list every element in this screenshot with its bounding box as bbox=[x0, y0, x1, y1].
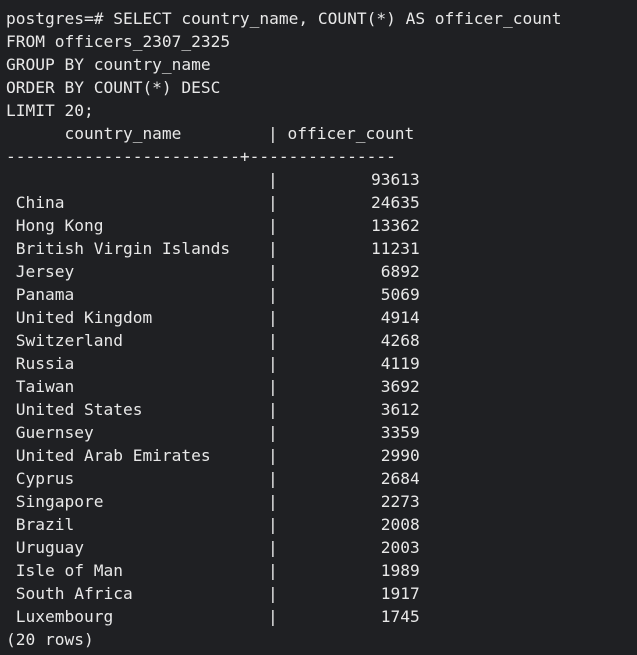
cell-officer-count: 24635 bbox=[371, 193, 420, 212]
cell-country-name: Switzerland bbox=[6, 331, 123, 350]
column-separator: | bbox=[268, 308, 278, 327]
cell-officer-count: 2990 bbox=[380, 446, 420, 465]
cell-country-name: Hong Kong bbox=[6, 216, 104, 235]
table-row: Uruguay | 2003 bbox=[6, 536, 637, 559]
column-separator: | bbox=[268, 515, 278, 534]
cell-country-name: Jersey bbox=[6, 262, 75, 281]
cell-officer-count: 3692 bbox=[380, 377, 420, 396]
table-body: | 93613 China | 24635 Hong Kong | 13362 Briti… bbox=[6, 168, 637, 628]
command-line: FROM officers_2307_2325 bbox=[6, 32, 231, 51]
cell-officer-count: 6892 bbox=[380, 262, 420, 281]
column-separator: | bbox=[268, 170, 278, 189]
table-row: Panama | 5069 bbox=[6, 283, 637, 306]
cell-country-name: British Virgin Islands bbox=[6, 239, 231, 258]
column-separator: | bbox=[268, 285, 278, 304]
column-separator: | bbox=[268, 193, 278, 212]
table-header: country_name | officer_count bbox=[6, 122, 637, 145]
cell-country-name: Brazil bbox=[6, 515, 75, 534]
column-separator: | bbox=[268, 262, 278, 281]
command-line: ORDER BY COUNT(*) DESC bbox=[6, 78, 221, 97]
column-separator: | bbox=[268, 239, 278, 258]
column-separator: | bbox=[268, 561, 278, 580]
table-row: Brazil | 2008 bbox=[6, 513, 637, 536]
table-row: Luxembourg | 1745 bbox=[6, 605, 637, 628]
cell-officer-count: 2684 bbox=[380, 469, 420, 488]
table-row: Jersey | 6892 bbox=[6, 260, 637, 283]
result-table: country_name | officer_count -----------… bbox=[6, 122, 637, 628]
table-row: British Virgin Islands | 11231 bbox=[6, 237, 637, 260]
table-row: Guernsey | 3359 bbox=[6, 421, 637, 444]
cell-country-name: United Arab Emirates bbox=[6, 446, 211, 465]
cell-officer-count: 4119 bbox=[380, 354, 420, 373]
table-row: Hong Kong | 13362 bbox=[6, 214, 637, 237]
cell-country-name: United Kingdom bbox=[6, 308, 153, 327]
cell-country-name: South Africa bbox=[6, 584, 133, 603]
row-count-footer: (20 rows) bbox=[6, 630, 94, 649]
column-header-officer-count: officer_count bbox=[277, 124, 415, 143]
table-row: | 93613 bbox=[6, 168, 637, 191]
cell-country-name: Isle of Man bbox=[6, 561, 123, 580]
table-row: United Kingdom | 4914 bbox=[6, 306, 637, 329]
table-row: Isle of Man | 1989 bbox=[6, 559, 637, 582]
cell-officer-count: 5069 bbox=[380, 285, 420, 304]
sql-command: postgres=# SELECT country_name, COUNT(*)… bbox=[6, 7, 637, 122]
column-separator: | bbox=[268, 400, 278, 419]
column-separator: | bbox=[268, 538, 278, 557]
cell-country-name: Singapore bbox=[6, 492, 104, 511]
cell-officer-count: 3359 bbox=[380, 423, 420, 442]
column-separator: | bbox=[268, 124, 278, 143]
command-line: postgres=# SELECT country_name, COUNT(*)… bbox=[6, 9, 562, 28]
table-row: China | 24635 bbox=[6, 191, 637, 214]
table-row: United States | 3612 bbox=[6, 398, 637, 421]
cell-country-name: Russia bbox=[6, 354, 75, 373]
column-header-country-name: country_name bbox=[6, 124, 240, 143]
column-separator: | bbox=[268, 469, 278, 488]
cell-country-name: Guernsey bbox=[6, 423, 94, 442]
table-row: South Africa | 1917 bbox=[6, 582, 637, 605]
table-row: United Arab Emirates | 2990 bbox=[6, 444, 637, 467]
terminal-window[interactable]: postgres=# SELECT country_name, COUNT(*)… bbox=[0, 0, 637, 655]
cell-officer-count: 1745 bbox=[380, 607, 420, 626]
cell-country-name: United States bbox=[6, 400, 143, 419]
cell-country-name: China bbox=[6, 193, 65, 212]
cell-country-name: Taiwan bbox=[6, 377, 75, 396]
cell-officer-count: 2008 bbox=[380, 515, 420, 534]
column-separator: | bbox=[268, 377, 278, 396]
cell-officer-count: 93613 bbox=[371, 170, 420, 189]
cell-officer-count: 1989 bbox=[380, 561, 420, 580]
cell-officer-count: 13362 bbox=[371, 216, 420, 235]
command-line: GROUP BY country_name bbox=[6, 55, 211, 74]
table-row: Taiwan | 3692 bbox=[6, 375, 637, 398]
table-row: Russia | 4119 bbox=[6, 352, 637, 375]
column-separator: | bbox=[268, 492, 278, 511]
column-separator: | bbox=[268, 584, 278, 603]
table-row: Singapore | 2273 bbox=[6, 490, 637, 513]
cell-country-name: Panama bbox=[6, 285, 75, 304]
column-separator: | bbox=[268, 331, 278, 350]
cell-officer-count: 2273 bbox=[380, 492, 420, 511]
command-line: LIMIT 20; bbox=[6, 101, 94, 120]
table-row: Cyprus | 2684 bbox=[6, 467, 637, 490]
column-separator: | bbox=[268, 216, 278, 235]
column-separator: | bbox=[268, 423, 278, 442]
cell-officer-count: 11231 bbox=[371, 239, 420, 258]
cell-country-name: Luxembourg bbox=[6, 607, 114, 626]
column-separator: | bbox=[268, 607, 278, 626]
cell-country-name: Cyprus bbox=[6, 469, 75, 488]
cell-officer-count: 3612 bbox=[380, 400, 420, 419]
column-separator: | bbox=[268, 446, 278, 465]
table-divider: ------------------------+--------------- bbox=[6, 147, 396, 166]
cell-officer-count: 1917 bbox=[380, 584, 420, 603]
cell-officer-count: 4914 bbox=[380, 308, 420, 327]
cell-officer-count: 4268 bbox=[380, 331, 420, 350]
cell-officer-count: 2003 bbox=[380, 538, 420, 557]
column-separator: | bbox=[268, 354, 278, 373]
cell-country-name: Uruguay bbox=[6, 538, 84, 557]
table-row: Switzerland | 4268 bbox=[6, 329, 637, 352]
